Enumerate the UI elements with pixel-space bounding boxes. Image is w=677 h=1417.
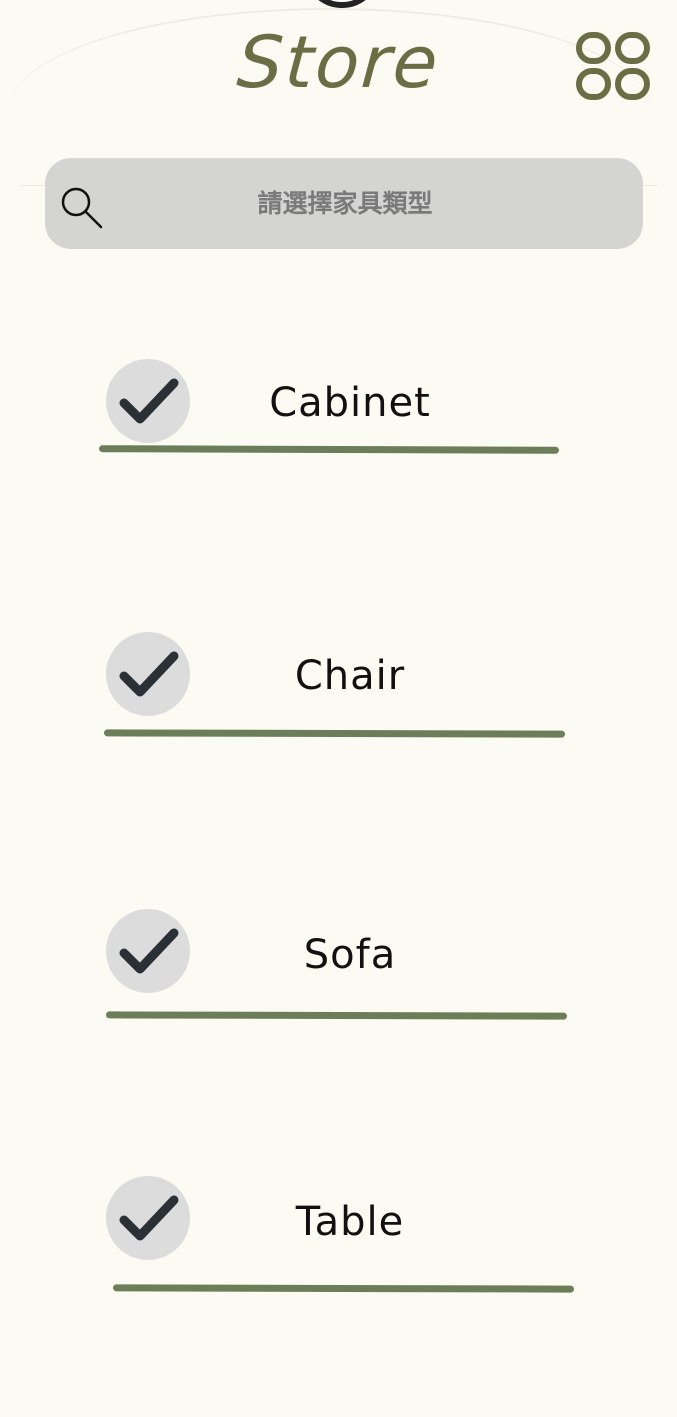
- category-item-sofa[interactable]: Sofa: [0, 900, 677, 1020]
- checkmark-icon: [119, 1195, 179, 1241]
- underline: [103, 729, 566, 738]
- underline: [112, 1284, 575, 1293]
- grid-view-button[interactable]: [576, 32, 650, 100]
- checkmark-icon: [119, 651, 179, 697]
- checkmark-icon: [119, 928, 179, 974]
- checkmark-icon: [119, 378, 179, 424]
- category-label: Cabinet: [269, 380, 431, 426]
- underline: [105, 1011, 568, 1020]
- search-bar[interactable]: [45, 158, 643, 259]
- top-decoration: [305, 0, 379, 8]
- search-icon: [61, 187, 103, 229]
- grid-icon: [576, 32, 650, 100]
- checkbox-cabinet[interactable]: [106, 359, 190, 443]
- checkbox-sofa[interactable]: [106, 909, 190, 993]
- underline: [98, 445, 560, 454]
- checkbox-chair[interactable]: [106, 632, 190, 716]
- category-label: Chair: [294, 653, 406, 699]
- category-item-table[interactable]: Table: [0, 1167, 677, 1293]
- search-input[interactable]: [115, 158, 575, 259]
- checkbox-table[interactable]: [106, 1176, 190, 1260]
- category-item-chair[interactable]: Chair: [0, 623, 677, 738]
- category-item-cabinet[interactable]: Cabinet: [0, 350, 677, 460]
- category-label: Table: [295, 1199, 405, 1245]
- category-label: Sofa: [303, 932, 397, 978]
